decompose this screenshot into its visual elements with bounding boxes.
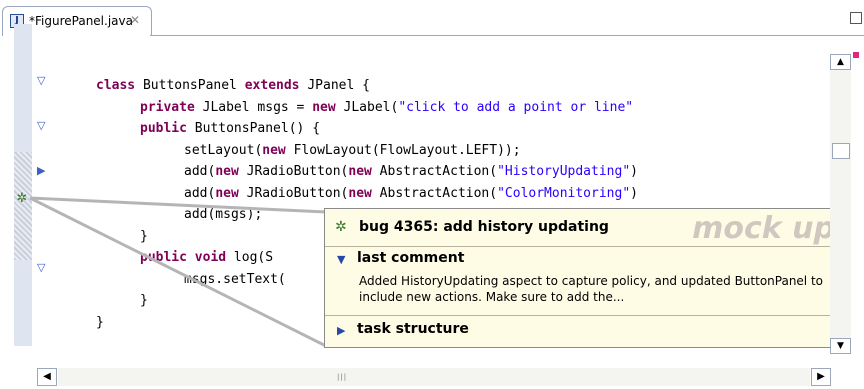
code-text: AbstractAction(	[371, 185, 498, 201]
maximize-icon[interactable]	[850, 12, 862, 24]
code-text: ButtonsPanel	[135, 78, 245, 93]
code-keyword: public	[140, 121, 187, 136]
code-keyword: new	[348, 164, 372, 179]
code-text: }	[140, 293, 148, 308]
code-keyword: new	[262, 142, 286, 158]
chevron-down-icon[interactable]: ▼	[337, 253, 345, 267]
code-keyword: new	[348, 185, 372, 201]
code-text: JRadioButton(	[238, 185, 349, 201]
code-line: add(new JRadioButton(new AbstractAction(…	[58, 161, 828, 183]
code-line: private JLabel msgs = new JLabel("click …	[58, 97, 828, 119]
code-text: )	[630, 185, 638, 201]
editor-tab-bar: J *FigurePanel.java ✕	[0, 0, 864, 36]
code-text: JRadioButton(	[238, 164, 349, 179]
code-keyword: new	[312, 99, 336, 115]
code-text: add(msgs);	[184, 207, 263, 222]
code-text: AbstractAction(	[371, 164, 498, 179]
popup-divider	[325, 246, 845, 247]
scroll-right-button[interactable]: ▶	[811, 368, 831, 386]
code-text: }	[140, 228, 148, 244]
code-text: }	[96, 314, 104, 330]
code-text: JLabel(	[335, 99, 399, 115]
code-text: ButtonsPanel() {	[186, 121, 321, 136]
code-text: add(	[184, 164, 216, 179]
code-text: msgs.setText(	[184, 271, 286, 287]
task-structure-section-toggle[interactable]: task structure	[357, 321, 469, 337]
scroll-grip-icon[interactable]: |||	[337, 373, 347, 381]
code-line: setLayout(new FlowLayout(FlowLayout.LEFT…	[58, 140, 828, 162]
code-text: add(	[184, 185, 216, 201]
code-keyword: void	[194, 250, 227, 265]
code-text: JLabel msgs =	[194, 99, 313, 115]
code-keyword: new	[215, 164, 239, 179]
scroll-up-button[interactable]: ▲	[830, 54, 851, 70]
task-hover-popup: ✲ bug 4365: add history updating mock up…	[324, 208, 846, 348]
fold-collapsed-icon[interactable]: ▶	[37, 165, 45, 177]
code-text: FlowLayout(FlowLayout.LEFT));	[285, 142, 521, 158]
bug-icon: ✲	[335, 219, 347, 235]
code-string: "ColorMonitoring"	[497, 185, 631, 201]
code-string: "click to add a point or line"	[398, 99, 634, 115]
code-string: "HistoryUpdating"	[497, 164, 631, 179]
overview-error-marker[interactable]	[853, 52, 859, 58]
vertical-scroll-thumb[interactable]	[832, 143, 850, 159]
code-keyword: class	[96, 78, 136, 93]
mockup-watermark: mock up	[692, 211, 835, 246]
vertical-scrollbar[interactable]	[830, 54, 851, 354]
popup-title[interactable]: bug 4365: add history updating	[359, 219, 609, 235]
fold-expanded-icon[interactable]: ▽	[37, 75, 45, 87]
chevron-right-icon[interactable]: ▶	[337, 324, 345, 338]
code-keyword: public	[140, 250, 187, 265]
popup-divider	[325, 315, 845, 316]
fold-expanded-icon[interactable]: ▽	[37, 120, 45, 132]
code-keyword: extends	[244, 78, 300, 93]
comment-text: Added HistoryUpdating aspect to capture …	[359, 274, 824, 304]
fold-expanded-icon[interactable]: ▽	[37, 262, 45, 274]
code-text: JPanel {	[299, 78, 370, 93]
code-keyword: new	[215, 185, 239, 201]
bug-icon[interactable]: ✲	[14, 192, 30, 206]
scroll-left-button[interactable]: ◀	[37, 368, 57, 386]
scroll-down-button[interactable]: ▼	[830, 338, 851, 354]
code-line: class ButtonsPanel extends JPanel {	[58, 75, 828, 97]
horizontal-scrollbar[interactable]	[58, 368, 810, 386]
code-text: )	[630, 164, 638, 179]
code-line: public ButtonsPanel() {	[58, 118, 828, 140]
last-comment-section-toggle[interactable]: last comment	[357, 250, 464, 266]
code-text: setLayout(	[184, 142, 263, 158]
tab-title: *FigurePanel.java	[29, 14, 133, 28]
ruler-hatch-region	[14, 152, 32, 260]
code-line: add(new JRadioButton(new AbstractAction(…	[58, 183, 828, 205]
code-keyword: private	[140, 99, 195, 115]
code-text: log(S	[226, 250, 274, 265]
close-icon[interactable]: ✕	[130, 13, 140, 27]
